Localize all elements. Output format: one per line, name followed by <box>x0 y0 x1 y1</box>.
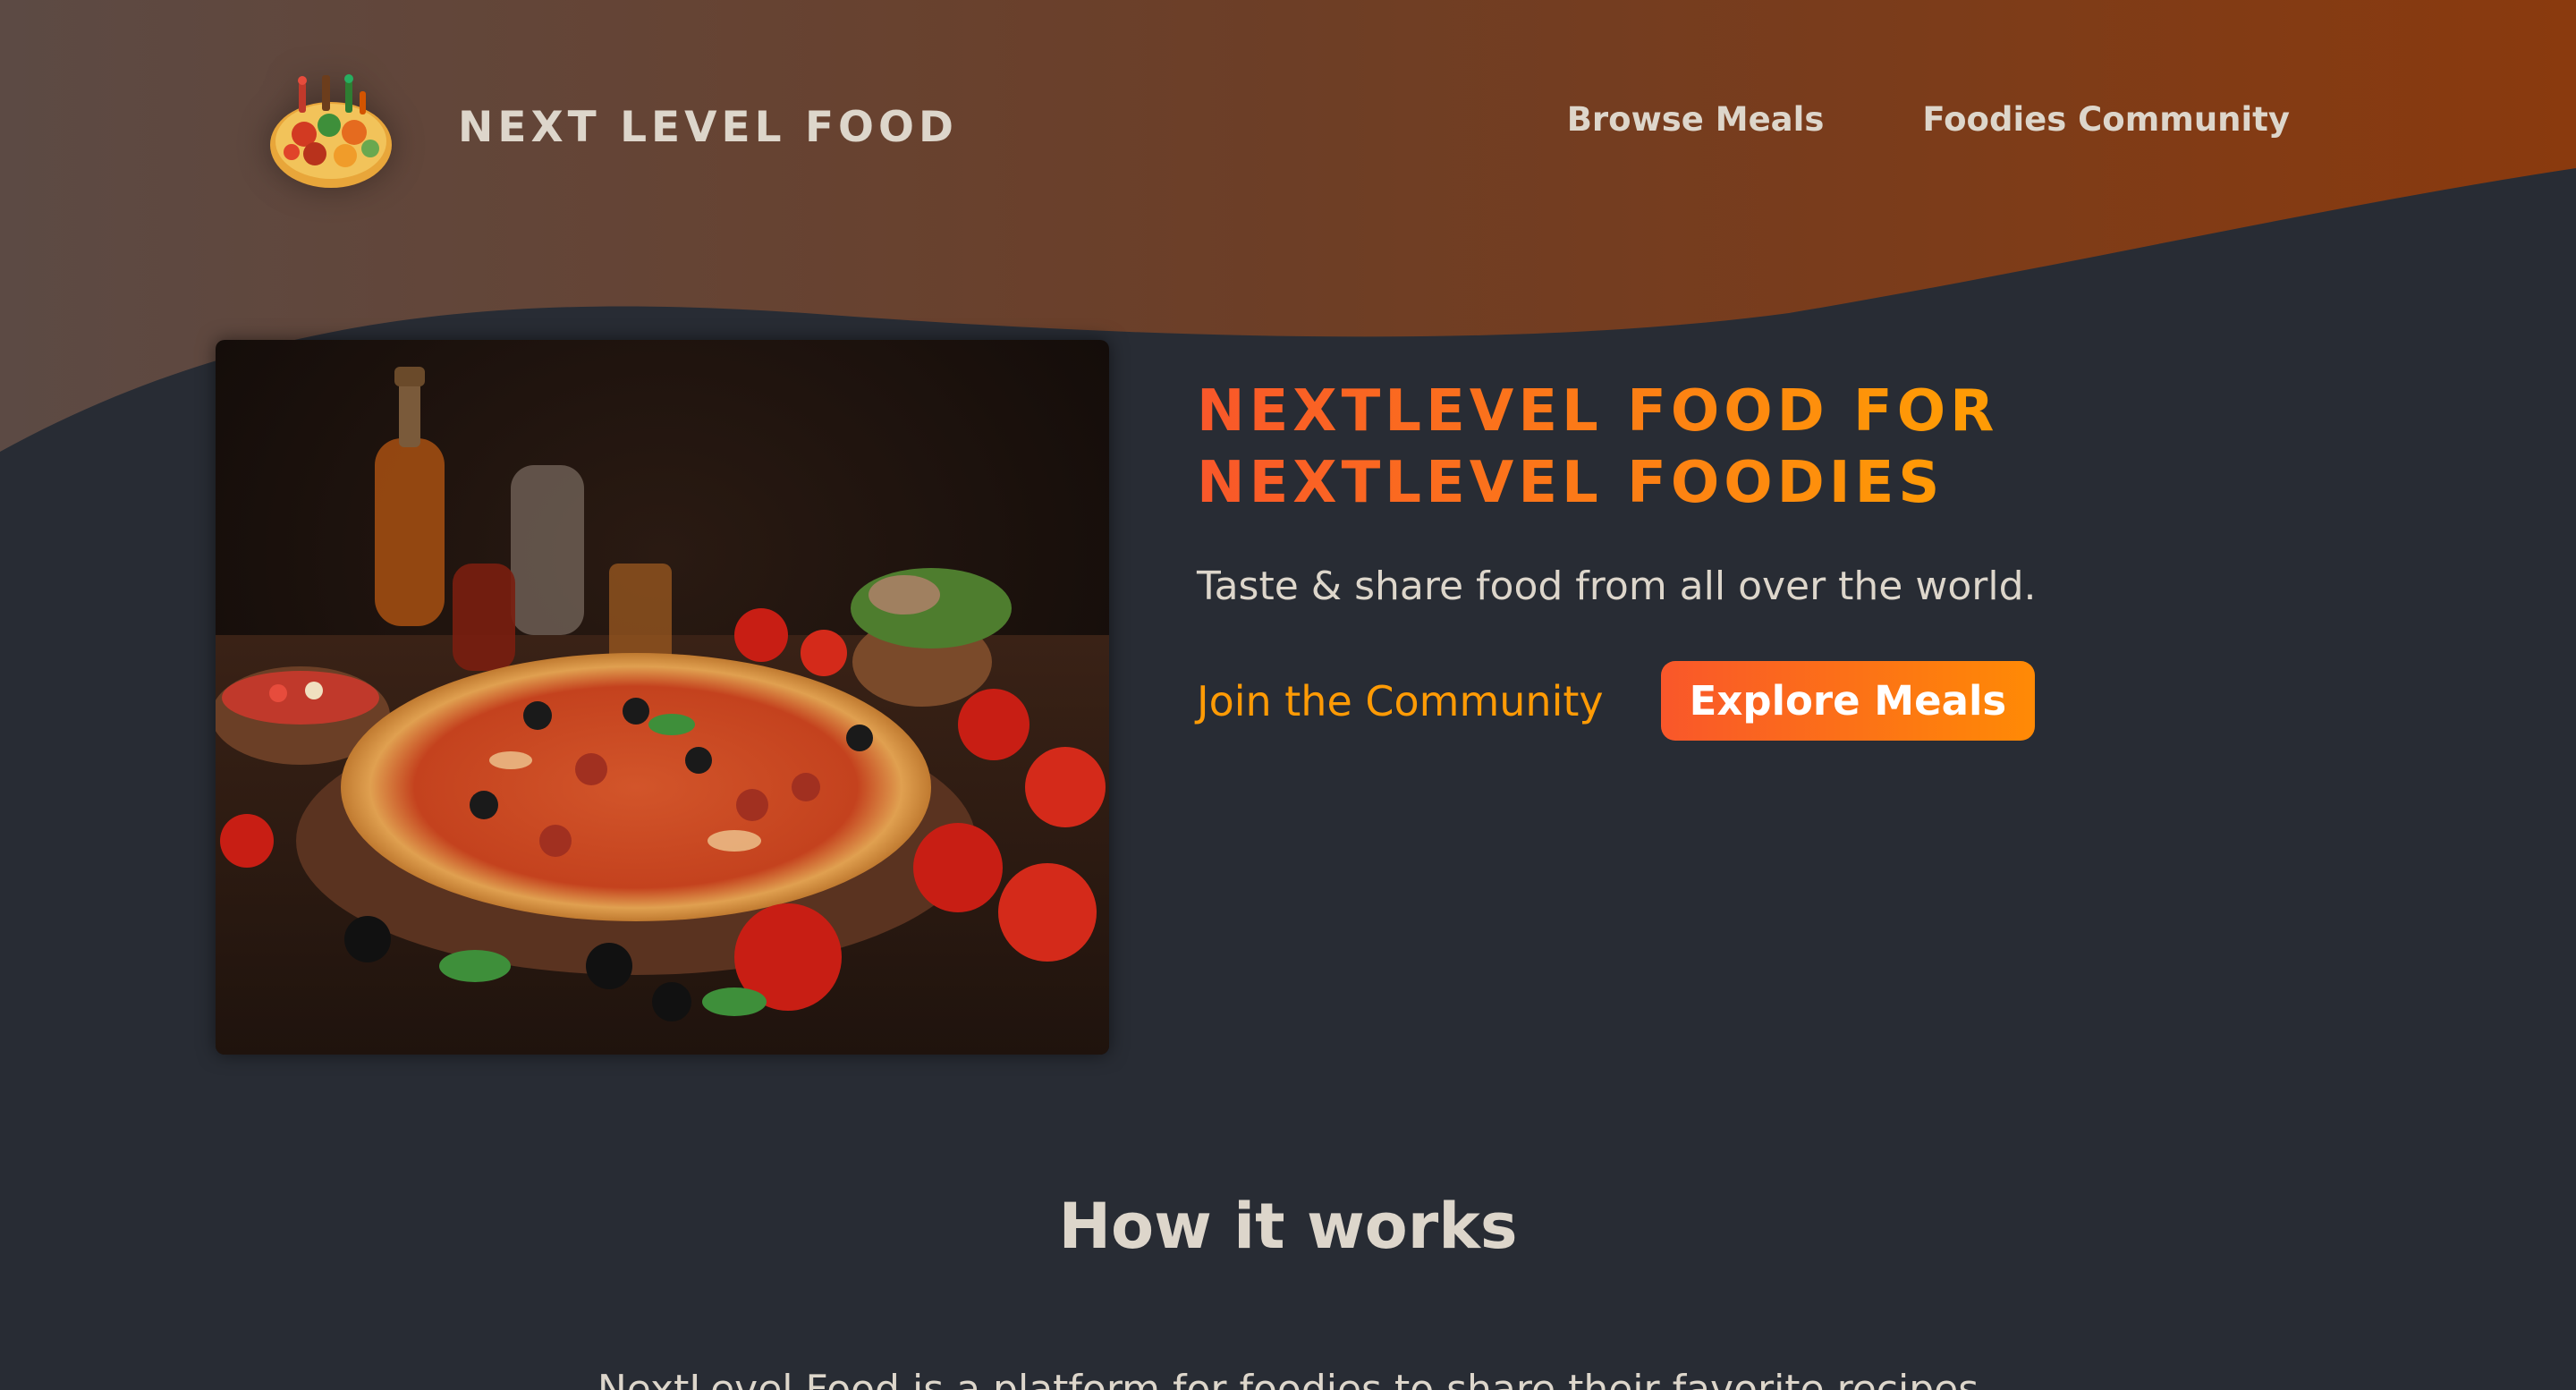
main-nav: Browse Meals Foodies Community <box>1567 100 2290 139</box>
hero-title-line1: NEXTLEVEL FOOD FOR <box>1197 378 1999 445</box>
site-header: NEXT LEVEL FOOD Browse Meals Foodies Com… <box>0 0 2576 250</box>
logo-text: NEXT LEVEL FOOD <box>458 102 958 152</box>
hero-subtitle: Taste & share food from all over the wor… <box>1197 564 2037 609</box>
join-community-link[interactable]: Join the Community <box>1197 677 1604 725</box>
food-platter-icon <box>270 74 392 188</box>
hero-cta-group: Join the Community Explore Meals <box>1197 661 2270 741</box>
how-it-works-text: NextLevel Food is a platform for foodies… <box>597 1367 1979 1390</box>
how-it-works-title: How it works <box>1058 1190 1518 1263</box>
hero-title-line2: NEXTLEVEL FOODIES <box>1197 450 1945 516</box>
nav-browse-meals[interactable]: Browse Meals <box>1567 100 1825 139</box>
hero-content: NEXTLEVEL FOOD FOR NEXTLEVEL FOODIES Tas… <box>1197 376 2270 741</box>
home-logo-link[interactable]: NEXT LEVEL FOOD <box>259 55 958 199</box>
hero-title: NEXTLEVEL FOOD FOR NEXTLEVEL FOODIES <box>1197 376 2270 519</box>
nav-foodies-community[interactable]: Foodies Community <box>1922 100 2290 139</box>
page: NEXT LEVEL FOOD Browse Meals Foodies Com… <box>0 0 2576 1390</box>
explore-meals-button[interactable]: Explore Meals <box>1660 661 2036 741</box>
pizza-image <box>216 340 1109 1055</box>
hero-pizza-image <box>216 340 1109 1055</box>
